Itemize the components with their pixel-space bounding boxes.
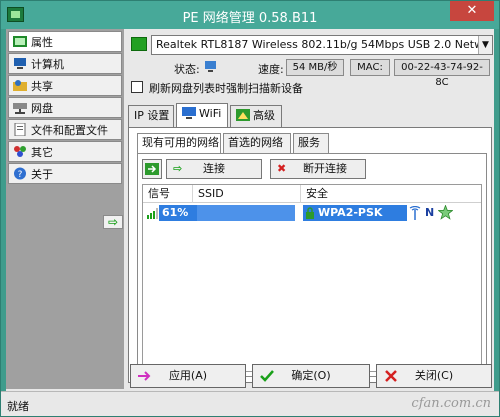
- tab-advanced[interactable]: 高级: [230, 105, 282, 127]
- sidebar-item-label: 其它: [31, 145, 53, 159]
- sidebar-item-label: 计算机: [31, 57, 64, 71]
- properties-icon: [13, 35, 27, 48]
- network-list-header: 信号 SSID 安全: [143, 185, 481, 203]
- watermark: cfan.com.cn: [411, 396, 491, 411]
- mac-value: 00-22-43-74-92-8C: [394, 59, 490, 88]
- network-adapter-icon: [131, 37, 147, 51]
- arrow-right-icon[interactable]: ⇨: [103, 215, 123, 229]
- subtab-label: 现有可用的网络: [142, 136, 219, 149]
- wifi-panel: 现有可用的网络 首选的网络 服务 ⇨ 连接 ✖ 断开连接 信号 SSID 安全 …: [128, 127, 492, 383]
- column-header-signal[interactable]: 信号: [143, 185, 193, 203]
- column-header-security[interactable]: 安全: [301, 185, 481, 203]
- title-bar[interactable]: PE 网络管理 0.58.B11 ✕: [1, 1, 499, 29]
- state-label: 状态:: [174, 63, 200, 76]
- other-icon: [13, 145, 27, 158]
- refresh-checkbox-row[interactable]: 刷新网盘列表时强制扫描新设备: [131, 79, 491, 95]
- adapter-selected-value: Realtek RTL8187 Wireless 802.11b/g 54Mbp…: [156, 38, 492, 51]
- sidebar: 属性 计算机 共享 网盘 文件和配置文件 其它 ? 关于 ⇨: [6, 29, 124, 389]
- tab-wifi[interactable]: WiFi: [176, 103, 228, 129]
- speed-label: 速度:: [258, 63, 284, 76]
- status-text: 就绪: [7, 400, 29, 413]
- sidebar-item-label: 文件和配置文件: [31, 123, 108, 137]
- ok-button[interactable]: 确定(O): [252, 364, 370, 388]
- refresh-checkbox-label: 刷新网盘列表时强制扫描新设备: [149, 82, 303, 95]
- help-icon: ?: [13, 167, 27, 180]
- adapter-select[interactable]: Realtek RTL8187 Wireless 802.11b/g 54Mbp…: [151, 35, 493, 55]
- star-icon: [437, 204, 454, 223]
- apply-arrow-icon: [137, 369, 153, 383]
- subtab-label: 首选的网络: [228, 136, 283, 149]
- sidebar-item-share[interactable]: 共享: [8, 75, 122, 96]
- tab-label: IP 设置: [134, 109, 170, 122]
- close-icon: ✖: [277, 162, 287, 175]
- client-area: 属性 计算机 共享 网盘 文件和配置文件 其它 ? 关于 ⇨ Realtek R…: [6, 29, 494, 391]
- svg-text:?: ?: [18, 170, 23, 180]
- connect-button[interactable]: ⇨ 连接: [166, 159, 262, 179]
- close-button[interactable]: 关闭(C): [376, 364, 492, 388]
- disconnect-button[interactable]: ✖ 断开连接: [270, 159, 366, 179]
- sidebar-item-network-drive[interactable]: 网盘: [8, 97, 122, 118]
- share-icon: [13, 79, 27, 92]
- apply-button[interactable]: 应用(A): [130, 364, 246, 388]
- available-networks-panel: ⇨ 连接 ✖ 断开连接 信号 SSID 安全 61% WPA2-PSK N: [137, 153, 487, 377]
- mac-label: MAC:: [350, 59, 390, 76]
- ssid-cell-highlight: [197, 205, 295, 221]
- close-label: 关闭(C): [414, 369, 454, 382]
- sidebar-item-label: 属性: [31, 35, 53, 49]
- window-title: PE 网络管理 0.58.B11: [182, 11, 318, 26]
- main-area: Realtek RTL8187 Wireless 802.11b/g 54Mbp…: [124, 29, 494, 389]
- wifi-subtab-strip: 现有可用的网络 首选的网络 服务: [137, 133, 477, 153]
- sidebar-item-other[interactable]: 其它: [8, 141, 122, 162]
- disconnect-label: 断开连接: [303, 162, 347, 175]
- app-window: PE 网络管理 0.58.B11 ✕ 属性 计算机 共享 网盘 文件和配置文件 …: [0, 0, 500, 417]
- column-header-ssid[interactable]: SSID: [193, 185, 301, 203]
- subtab-services[interactable]: 服务: [293, 133, 329, 153]
- sidebar-item-label: 共享: [31, 79, 53, 93]
- wifi-monitor-icon: [182, 106, 196, 119]
- advanced-icon: [236, 108, 250, 121]
- antenna-icon: [409, 205, 421, 223]
- status-row: 状态: 速度: 54 MB/秒 MAC: 00-22-43-74-92-8C: [124, 59, 494, 88]
- refresh-checkbox[interactable]: [131, 81, 143, 93]
- sidebar-item-file-config[interactable]: 文件和配置文件: [8, 119, 122, 140]
- export-button[interactable]: [142, 159, 162, 179]
- apply-label: 应用(A): [168, 369, 208, 382]
- network-drive-icon: [13, 101, 27, 114]
- tab-strip: IP 设置 WiFi 高级: [128, 103, 492, 129]
- wifi-mode-value: N: [425, 206, 435, 219]
- sidebar-item-properties[interactable]: 属性: [8, 31, 122, 52]
- network-list[interactable]: 信号 SSID 安全 61% WPA2-PSK N: [142, 184, 482, 372]
- subtab-preferred-networks[interactable]: 首选的网络: [223, 133, 291, 153]
- connect-label: 连接: [203, 162, 225, 175]
- sidebar-item-label: 网盘: [31, 101, 53, 115]
- window-close-button[interactable]: ✕: [450, 1, 494, 21]
- tab-label: WiFi: [199, 107, 222, 120]
- computer-icon: [13, 57, 27, 70]
- ok-label: 确定(O): [291, 369, 331, 382]
- close-icon: [383, 369, 399, 383]
- sidebar-item-computer[interactable]: 计算机: [8, 53, 122, 74]
- file-config-icon: [13, 122, 27, 137]
- tab-ip-settings[interactable]: IP 设置: [128, 105, 174, 127]
- check-icon: [259, 369, 275, 383]
- speed-value: 54 MB/秒: [286, 59, 344, 76]
- security-value: WPA2-PSK: [318, 206, 383, 219]
- subtab-available-networks[interactable]: 现有可用的网络: [137, 133, 221, 153]
- chevron-down-icon[interactable]: ▼: [478, 36, 492, 54]
- sidebar-item-about[interactable]: ? 关于: [8, 163, 122, 184]
- export-icon: [145, 163, 159, 175]
- signal-value: 61%: [162, 206, 189, 219]
- tab-label: 高级: [253, 109, 275, 122]
- sidebar-item-label: 关于: [31, 167, 53, 181]
- lock-icon: [305, 207, 315, 222]
- signal-strength-icon: [147, 207, 159, 222]
- table-row[interactable]: 61% WPA2-PSK N: [143, 204, 481, 223]
- dialog-button-bar: 应用(A) 确定(O) 关闭(C): [124, 364, 494, 390]
- status-bar: 就绪 cfan.com.cn: [1, 391, 499, 416]
- connection-status-icon: [204, 60, 219, 73]
- arrow-right-icon: ⇨: [173, 162, 183, 175]
- subtab-label: 服务: [298, 136, 320, 149]
- adapter-row: Realtek RTL8187 Wireless 802.11b/g 54Mbp…: [131, 35, 493, 55]
